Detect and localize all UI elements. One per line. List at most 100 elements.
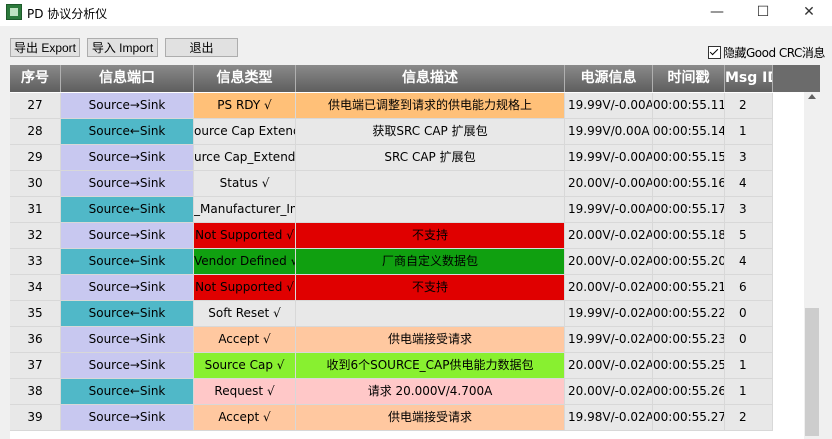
cell-num: 37 [10,353,61,379]
cell-port: Source→Sink [61,353,194,379]
table-row[interactable]: 36 Source→Sink Accept √ 供电端接受请求 19.99V/-0.02… [10,327,804,353]
cell-msgid: 4 [725,249,773,275]
export-button[interactable]: 导出 Export [10,38,80,57]
exit-button[interactable]: 退出 [165,38,238,57]
cell-msgid: 3 [725,145,773,171]
cell-msgid: 1 [725,119,773,145]
cell-power: 20.00V/-0.02A [565,379,653,405]
cell-msgid: 6 [725,275,773,301]
col-header-time[interactable]: 时间戳 [653,65,725,92]
table-row[interactable]: 39 Source→Sink Accept √ 供电端接受请求 19.98V/-0.02… [10,405,804,431]
scrollbar-thumb[interactable] [805,308,819,436]
cell-power: 19.99V/-0.00A [565,93,653,119]
cell-type: Status √ [194,171,296,197]
cell-num: 29 [10,145,61,171]
cell-time: 00:00:55.157 [653,145,725,171]
cell-port: Source→Sink [61,223,194,249]
col-header-desc[interactable]: 信息描述 [296,65,565,92]
table-row[interactable]: 32 Source→Sink Not Supported √ 不支持 20.00V/-0… [10,223,804,249]
col-header-power[interactable]: 电源信息 [565,65,653,92]
cell-desc: 不支持 [296,275,565,301]
table-row[interactable]: 37 Source→Sink Source Cap √ 收到6个SOURCE_CAP供… [10,353,804,379]
maximize-button[interactable]: ☐ [740,0,786,26]
cell-port: Source→Sink [61,405,194,431]
cell-type: Accept √ [194,405,296,431]
cell-type: Request √ [194,379,296,405]
cell-time: 00:00:55.177 [653,197,725,223]
import-button[interactable]: 导入 Import [87,38,158,57]
cell-port: Source→Sink [61,145,194,171]
cell-power: 19.98V/-0.02A [565,405,653,431]
minimize-button[interactable]: — [694,0,740,26]
table-row[interactable]: 30 Source→Sink Status √ 20.00V/-0.00A 00:00:… [10,171,804,197]
cell-msgid: 1 [725,379,773,405]
table-row[interactable]: 31 Source←Sink _Manufacturer_Inf 19.99V/-0.… [10,197,804,223]
col-header-seq[interactable]: 序号 [10,65,61,92]
cell-msgid: 1 [725,353,773,379]
cell-power: 20.00V/-0.02A [565,353,653,379]
cell-type: Not Supported √ [194,223,296,249]
cell-type: urce Cap_Extende [194,145,296,171]
table-row[interactable]: 38 Source←Sink Request √ 请求 20.000V/4.700A 2… [10,379,804,405]
cell-desc: 请求 20.000V/4.700A [296,379,565,405]
table-row[interactable]: 35 Source←Sink Soft Reset √ 19.99V/-0.02A 00… [10,301,804,327]
table-header: 序号信息端口信息类型信息描述电源信息时间戳Msg ID [10,65,820,92]
cell-power: 19.99V/-0.00A [565,145,653,171]
title-bar: PD 协议分析仪 — ☐ ✕ [0,0,832,26]
cell-type: Source Cap √ [194,353,296,379]
close-button[interactable]: ✕ [786,0,832,26]
hide-good-crc-checkbox[interactable]: 隐藏Good CRC消息 [708,44,825,61]
cell-desc: 不支持 [296,223,565,249]
cell-desc: 厂商自定义数据包 [296,249,565,275]
table-row[interactable]: 27 Source→Sink PS RDY √ 供电端已调整到请求的供电能力规格上 19… [10,93,804,119]
cell-time: 00:00:55.273 [653,405,725,431]
cell-power: 20.00V/-0.02A [565,223,653,249]
app-icon [6,4,22,20]
cell-power: 19.99V/-0.02A [565,327,653,353]
table-row[interactable]: 28 Source←Sink ource Cap Extend 获取SRC CAP 扩… [10,119,804,145]
cell-type: ource Cap Extend [194,119,296,145]
cell-time: 00:00:55.142 [653,119,725,145]
cell-num: 36 [10,327,61,353]
cell-power: 20.00V/-0.02A [565,249,653,275]
cell-port: Source→Sink [61,93,194,119]
cell-type: Vendor Defined √ [194,249,296,275]
cell-num: 30 [10,171,61,197]
cell-port: Source→Sink [61,171,194,197]
message-table[interactable]: 序号信息端口信息类型信息描述电源信息时间戳Msg ID 27Source→Sin… [10,65,820,439]
cell-port: Source→Sink [61,327,194,353]
cell-power: 19.99V/0.00A [565,119,653,145]
cell-num: 35 [10,301,61,327]
table-row[interactable]: 34 Source→Sink Not Supported √ 不支持 20.00V/-0… [10,275,804,301]
vertical-scrollbar[interactable] [804,92,820,439]
cell-desc: 供电端接受请求 [296,405,565,431]
cell-time: 00:00:55.187 [653,223,725,249]
cell-msgid: 2 [725,93,773,119]
scroll-up-arrow-icon[interactable] [808,94,816,99]
col-header-msgid[interactable]: Msg ID [725,65,773,92]
cell-port: Source←Sink [61,301,194,327]
cell-msgid: 4 [725,171,773,197]
cell-type: _Manufacturer_Inf [194,197,296,223]
cell-num: 38 [10,379,61,405]
cell-msgid: 0 [725,301,773,327]
cell-type: Soft Reset √ [194,301,296,327]
cell-port: Source→Sink [61,275,194,301]
cell-desc [296,301,565,327]
cell-port: Source←Sink [61,379,194,405]
col-header-type[interactable]: 信息类型 [194,65,296,92]
col-header-port[interactable]: 信息端口 [61,65,194,92]
cell-num: 39 [10,405,61,431]
cell-msgid: 0 [725,327,773,353]
table-row[interactable]: 33 Source←Sink Vendor Defined √ 厂商自定义数据包 20.… [10,249,804,275]
cell-time: 00:00:55.253 [653,353,725,379]
hide-good-crc-label: 隐藏Good CRC消息 [723,46,825,60]
cell-num: 32 [10,223,61,249]
cell-time: 00:00:55.210 [653,275,725,301]
cell-num: 33 [10,249,61,275]
cell-desc [296,197,565,223]
table-row[interactable]: 29 Source→Sink urce Cap_Extende SRC CAP 扩展包… [10,145,804,171]
cell-msgid: 5 [725,223,773,249]
cell-time: 00:00:55.237 [653,327,725,353]
cell-num: 27 [10,93,61,119]
